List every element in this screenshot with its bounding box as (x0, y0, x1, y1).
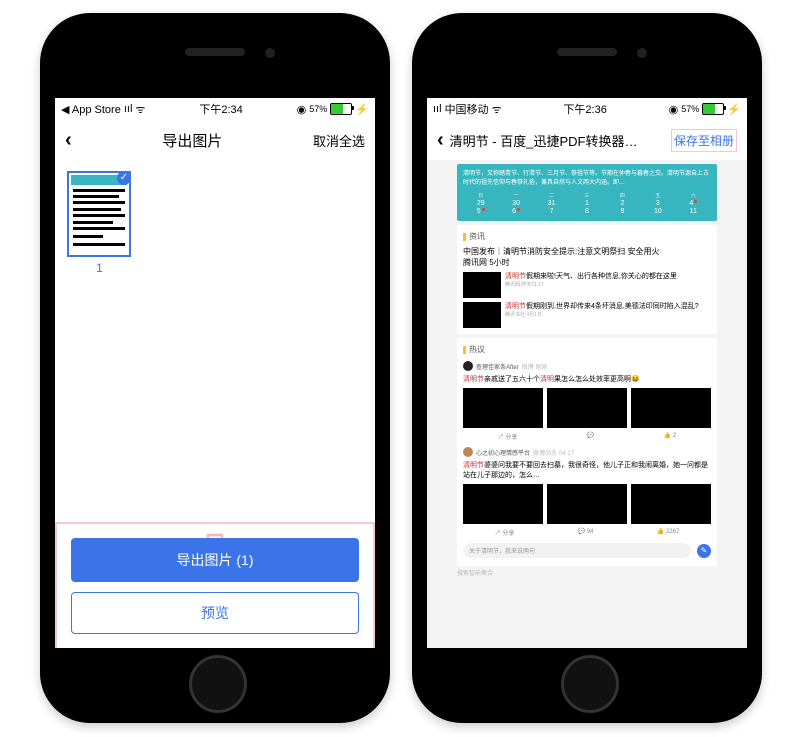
news-item[interactable]: 清明节清明节假期来啦!天气、出行各种信息,你关心的都在这里假期来啦!天气、出行各… (463, 272, 711, 298)
wifi-icon: ᯤ (135, 102, 145, 117)
status-time: 下午2:36 (563, 101, 606, 117)
battery-percent: 57% (681, 104, 699, 114)
image-row[interactable] (463, 484, 711, 524)
signal-icon: ııl (433, 103, 442, 115)
signal-icon: ııl (124, 103, 133, 115)
info-banner: 清明节，又称踏青节、行清节、三月节、祭祖节等。节期在仲春与暮春之交。清明节源自上… (457, 164, 717, 221)
reaction-bar: ↗ 分享 💬 👍 2 (463, 432, 711, 441)
preview-button[interactable]: 预览 (71, 592, 359, 634)
banner-description: 清明节，又称踏青节、行清节、三月节、祭祖节等。节期在仲春与暮春之交。清明节源自上… (463, 170, 711, 188)
calendar-widget: 日 一 二 三 四 五 六 29 30 31 1 2 3 4 5 (463, 192, 711, 215)
page-title: 清明节 - 百度_迅捷PDF转换器… (444, 131, 671, 150)
status-time: 下午2:34 (199, 101, 242, 117)
document-preview[interactable]: 清明节，又称踏青节、行清节、三月节、祭祖节等。节期在仲春与暮春之交。清明节源自上… (427, 160, 747, 648)
phone-camera (637, 48, 647, 58)
checkmark-icon: ✓ (117, 171, 131, 185)
battery-icon (702, 103, 724, 115)
battery-icon (330, 103, 352, 115)
thumbnail-item[interactable]: ✓ 1 (67, 171, 132, 275)
phone-speaker (557, 48, 617, 56)
thumbnail-number: 1 (67, 261, 132, 275)
thumbnail-preview[interactable]: ✓ (67, 171, 131, 257)
news-thumbnail (463, 302, 501, 328)
screen-right: ııl 中国移动 ᯤ 下午2:36 ◉ 57% ⚡ ‹ 清明节 - 百度_迅捷P… (427, 98, 747, 648)
back-to-app[interactable]: ◀ App Store (61, 103, 121, 116)
section-title-hot: 热议 (463, 344, 711, 355)
news-item[interactable]: 清明节假期刚到,世界却传来4条坏消息,美德法印同时陷入混乱?腾讯书社 4月1日 (463, 302, 711, 328)
footer-text: 搜索智能聚合 (457, 568, 717, 577)
screen-left: ◀ App Store ııl ᯤ 下午2:34 ◉ 57% ⚡ ‹ 导出图片 … (55, 98, 375, 648)
thumbnail-grid: ✓ 1 (55, 161, 375, 285)
comment-bar: 关于清明节，我来说两句 ✎ (463, 543, 711, 558)
reaction-bar: ↗ 分享 💬 94 👍 2267 (463, 528, 711, 537)
avatar (463, 447, 473, 457)
section-title-news: 资讯 (463, 231, 711, 242)
wifi-icon: ᯤ (492, 102, 502, 117)
user-row[interactable]: 查理佳家条After 微博 刚刚 (463, 361, 711, 371)
post-text[interactable]: 清明节婆婆问我要不要回去扫墓，我很奇怪，他儿子正和我闹离婚，她一问都是站在儿子那… (463, 460, 711, 480)
like-button[interactable]: 👍 2 (664, 432, 676, 441)
status-bar: ııl 中国移动 ᯤ 下午2:36 ◉ 57% ⚡ (427, 98, 747, 120)
save-to-album-button[interactable]: 保存至相册 (671, 129, 737, 152)
page-title: 导出图片 (72, 130, 313, 151)
write-button[interactable]: ✎ (697, 544, 711, 558)
phone-camera (265, 48, 275, 58)
news-headline[interactable]: 中国发布｜清明节消防安全提示:注意文明祭扫 安全用火 腾讯网 5小时 (463, 246, 711, 268)
phone-mock-right: ııl 中国移动 ᯤ 下午2:36 ◉ 57% ⚡ ‹ 清明节 - 百度_迅捷P… (412, 13, 762, 723)
hot-card: 热议 查理佳家条After 微博 刚刚 清明节亲戚送了五六十个清明果怎么怎么处效… (457, 338, 717, 566)
avatar (463, 361, 473, 371)
export-button[interactable]: 导出图片 (1) (71, 538, 359, 582)
nav-bar: ‹ 清明节 - 百度_迅捷PDF转换器… 保存至相册 (427, 120, 747, 161)
recording-icon: ◉ (297, 103, 307, 116)
back-button[interactable]: ‹ (437, 129, 444, 152)
recording-icon: ◉ (669, 103, 679, 116)
like-button[interactable]: 👍 2267 (657, 528, 680, 537)
share-button[interactable]: ↗ 分享 (495, 528, 515, 537)
battery-percent: 57% (309, 104, 327, 114)
news-card: 资讯 中国发布｜清明节消防安全提示:注意文明祭扫 安全用火 腾讯网 5小时 清明… (457, 225, 717, 334)
home-button[interactable] (561, 655, 619, 713)
carrier-label: 中国移动 (445, 101, 489, 117)
post-text[interactable]: 清明节亲戚送了五六十个清明果怎么怎么处效率更高啊😆 (463, 374, 711, 384)
image-row[interactable] (463, 388, 711, 428)
nav-bar: ‹ 导出图片 取消全选 (55, 120, 375, 161)
status-bar: ◀ App Store ııl ᯤ 下午2:34 ◉ 57% ⚡ (55, 98, 375, 120)
charging-icon: ⚡ (727, 103, 741, 116)
user-row[interactable]: 心之初心理情感平台 微博动态 04-17 (463, 447, 711, 457)
back-button[interactable]: ‹ (65, 129, 72, 152)
comment-button[interactable]: 💬 (587, 432, 594, 441)
bottom-button-panel: 导出图片 (1) 预览 (55, 522, 375, 648)
share-button[interactable]: ↗ 分享 (498, 432, 518, 441)
phone-mock-left: ◀ App Store ııl ᯤ 下午2:34 ◉ 57% ⚡ ‹ 导出图片 … (40, 13, 390, 723)
comment-button[interactable]: 💬 94 (578, 528, 594, 537)
news-thumbnail (463, 272, 501, 298)
charging-icon: ⚡ (355, 103, 369, 116)
home-button[interactable] (189, 655, 247, 713)
comment-input[interactable]: 关于清明节，我来说两句 (463, 543, 691, 558)
phone-speaker (185, 48, 245, 56)
deselect-all-button[interactable]: 取消全选 (313, 131, 365, 150)
